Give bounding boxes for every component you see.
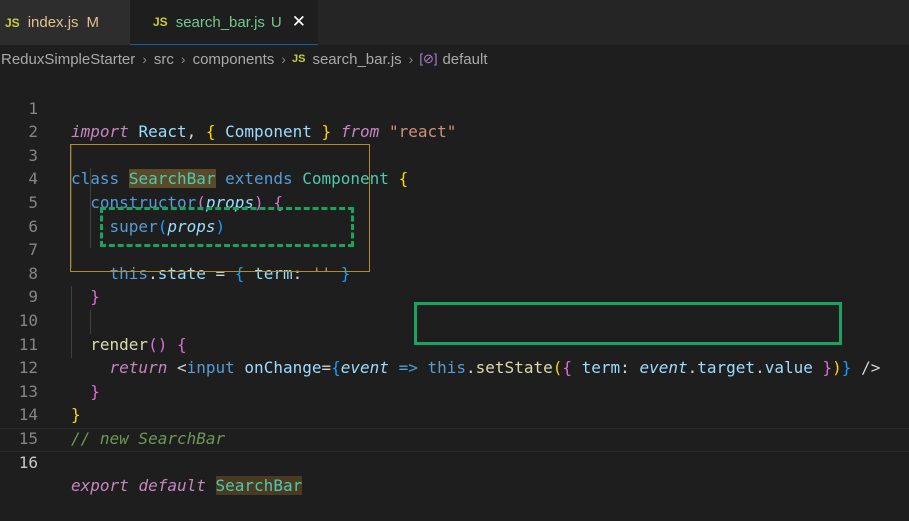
- chevron-right-icon: ›: [408, 51, 414, 67]
- tab-label: search_bar.js: [175, 13, 265, 31]
- js-file-icon: JS: [5, 15, 20, 30]
- line-number: 16: [18, 452, 38, 472]
- breadcrumb-item-src[interactable]: src: [153, 51, 175, 68]
- close-icon[interactable]: ✕: [292, 12, 306, 32]
- modified-badge: M: [86, 14, 100, 31]
- breadcrumb-item-components[interactable]: components: [192, 51, 276, 68]
- state-init-highlight-box: [100, 207, 354, 247]
- chevron-right-icon: ›: [281, 51, 286, 67]
- code-line: 3 class SearchBar extends Component {: [0, 120, 909, 189]
- code-line-active: 16 export default SearchBar: [0, 427, 909, 496]
- tab-bar: JS index.js M JS search_bar.js U ✕: [0, 0, 909, 45]
- breadcrumb-item-root[interactable]: ReduxSimpleStarter: [0, 51, 136, 68]
- js-file-icon: JS: [291, 53, 306, 65]
- breadcrumb-item-symbol[interactable]: default: [441, 51, 488, 68]
- untracked-badge: U: [270, 13, 282, 31]
- chevron-right-icon: ›: [142, 51, 147, 67]
- breadcrumb: ReduxSimpleStarter › src › components › …: [0, 48, 489, 70]
- tab-label: index.js: [27, 14, 79, 31]
- breadcrumb-item-file[interactable]: search_bar.js: [311, 51, 402, 68]
- tab-search-bar-js[interactable]: JS search_bar.js U ✕: [130, 0, 318, 45]
- code-line: 2: [0, 97, 909, 141]
- tab-index-js[interactable]: JS index.js M: [0, 0, 130, 45]
- setstate-highlight-box: [414, 302, 842, 345]
- chevron-right-icon: ›: [180, 51, 186, 67]
- symbol-variable-icon: [⊘]: [419, 51, 438, 66]
- code-line: 15: [0, 403, 909, 448]
- code-line: 14 // new SearchBar: [0, 380, 909, 448]
- code-line: 13 }: [0, 356, 909, 425]
- code-line: 1 import React, { Component } from "reac…: [0, 73, 909, 142]
- js-file-icon: JS: [153, 15, 168, 29]
